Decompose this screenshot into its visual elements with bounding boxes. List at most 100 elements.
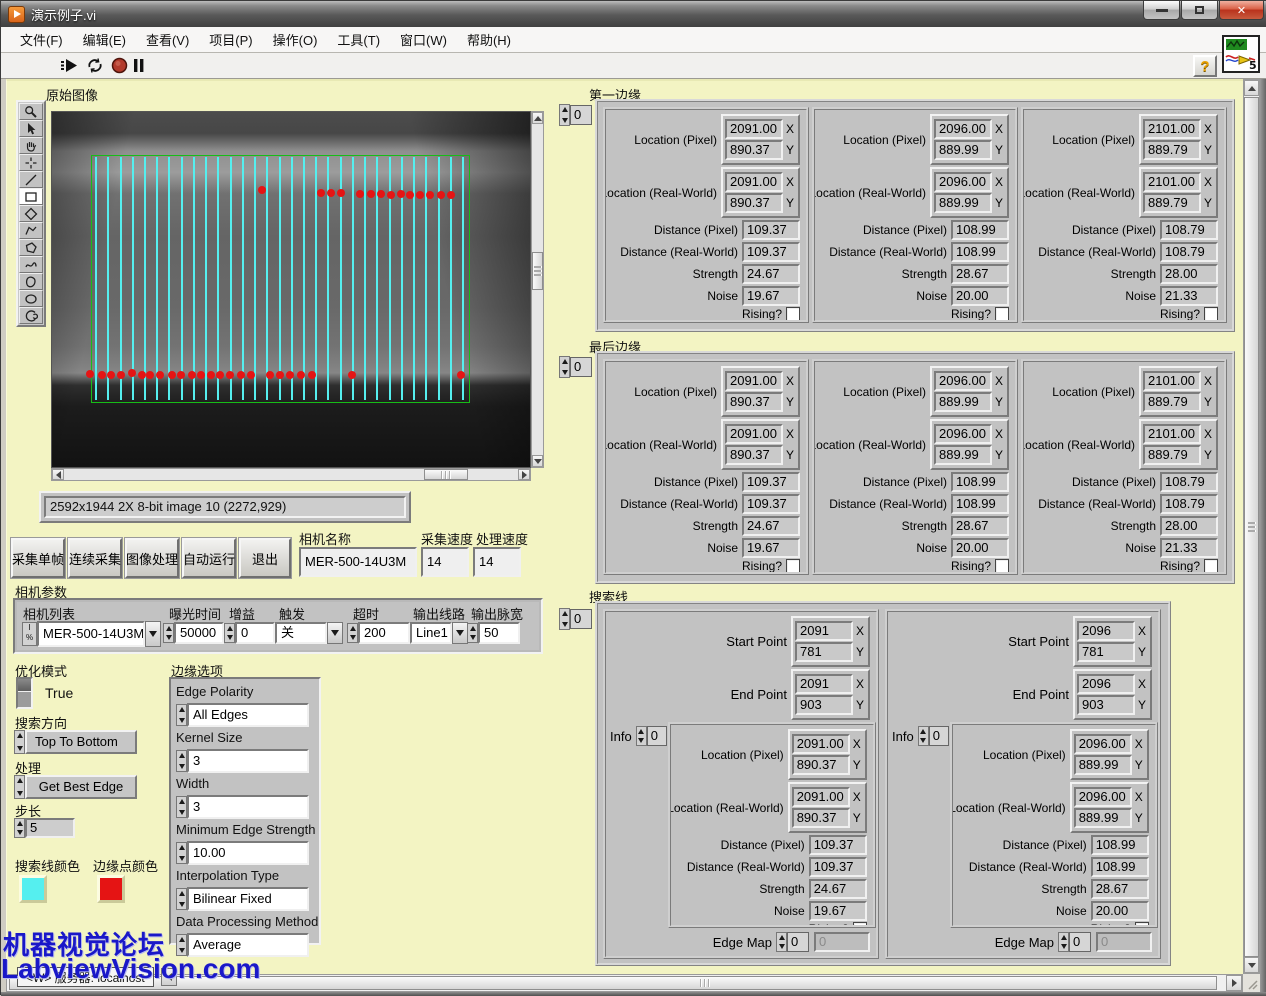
vi-icon[interactable]: 5	[1222, 35, 1260, 73]
rotated-rect-tool-icon[interactable]	[19, 205, 43, 222]
zoom-tool-icon[interactable]	[19, 103, 43, 120]
exposure-spinner[interactable]	[163, 623, 174, 643]
process-mode-spinner[interactable]	[14, 775, 25, 799]
info-spinner[interactable]	[636, 726, 647, 746]
last-edge-index-control[interactable]: 0	[559, 356, 592, 378]
oval-tool-icon[interactable]	[19, 290, 43, 307]
search-lines-index-control[interactable]: 0	[559, 608, 592, 630]
optimize-mode-switch[interactable]	[16, 677, 33, 709]
timeout-spinner[interactable]	[347, 623, 358, 643]
menu-view[interactable]: 查看(V)	[137, 27, 198, 52]
image-vscroll-thumb[interactable]	[532, 252, 543, 290]
min-edge-strength-spinner[interactable]	[176, 842, 187, 864]
image-display[interactable]	[51, 111, 531, 468]
info-control[interactable]: Info 0	[610, 726, 667, 746]
gain-value[interactable]: 0	[235, 622, 275, 644]
trigger-dropdown-icon[interactable]	[327, 622, 343, 644]
menu-tools[interactable]: 工具(T)	[328, 27, 389, 52]
close-button[interactable]: ✕	[1219, 1, 1264, 20]
image-scroll-down-icon[interactable]	[532, 455, 543, 467]
edge-polarity-control[interactable]: All Edges	[176, 703, 314, 727]
timeout-value[interactable]: 200	[358, 622, 410, 644]
output-line-dropdown-icon[interactable]	[452, 622, 468, 644]
image-process-button[interactable]: 图像处理	[125, 538, 179, 578]
timeout-control[interactable]: 200	[347, 622, 410, 644]
run-continuous-button[interactable]	[86, 57, 104, 79]
search-line-color-swatch[interactable]	[19, 875, 47, 903]
edge-map-spinner[interactable]	[1058, 932, 1069, 952]
gain-spinner[interactable]	[224, 623, 235, 643]
freehand-region-tool-icon[interactable]	[19, 273, 43, 290]
menu-window[interactable]: 窗口(W)	[391, 27, 456, 52]
minimize-button[interactable]	[1143, 1, 1180, 20]
step-spinner[interactable]	[14, 818, 25, 838]
run-button[interactable]	[61, 57, 79, 79]
grab-single-button[interactable]: 采集单帧	[11, 538, 65, 578]
last-edge-index-spinner[interactable]	[559, 356, 570, 378]
width-control[interactable]: 3	[176, 795, 314, 819]
window-vscrollbar[interactable]	[1243, 79, 1260, 974]
menu-operate[interactable]: 操作(O)	[264, 27, 327, 52]
width-value[interactable]: 3	[187, 795, 309, 819]
menu-project[interactable]: 项目(P)	[200, 27, 261, 52]
window-scroll-up-icon[interactable]	[1244, 80, 1259, 96]
search-direction-spinner[interactable]	[14, 730, 25, 754]
cursor-tool-icon[interactable]	[19, 120, 43, 137]
image-scroll-up-icon[interactable]	[532, 112, 543, 124]
menu-edit[interactable]: 编辑(E)	[74, 27, 135, 52]
edge-map-spinner[interactable]	[776, 932, 787, 952]
image-hscrollbar[interactable]	[51, 468, 531, 481]
output-line-control[interactable]: Line1	[410, 622, 468, 644]
abort-button[interactable]	[111, 57, 128, 79]
info-index-value[interactable]: 0	[929, 726, 949, 746]
kernel-size-spinner[interactable]	[176, 750, 187, 772]
output-line-value[interactable]: Line1	[410, 622, 452, 644]
window-scroll-down-icon[interactable]	[1244, 957, 1259, 973]
window-scroll-right-icon[interactable]	[1226, 975, 1242, 991]
menu-file[interactable]: 文件(F)	[11, 27, 72, 52]
help-button[interactable]: ?	[1193, 55, 1217, 77]
pulse-width-control[interactable]: 50	[467, 622, 520, 644]
process-mode-value[interactable]: Get Best Edge	[25, 775, 137, 799]
annulus-tool-icon[interactable]	[19, 307, 43, 324]
search-lines-index-spinner[interactable]	[559, 608, 570, 630]
camera-list-control[interactable]: I% MER-500-14U3M	[22, 621, 161, 647]
process-mode-control[interactable]: Get Best Edge	[14, 775, 137, 799]
trigger-value[interactable]: 关	[275, 622, 327, 644]
last-edge-index-value[interactable]: 0	[570, 357, 592, 377]
grab-continuous-button[interactable]: 连续采集	[68, 538, 122, 578]
pause-button[interactable]	[133, 58, 145, 78]
interpolation-type-value[interactable]: Bilinear Fixed	[187, 887, 309, 911]
line-tool-icon[interactable]	[19, 171, 43, 188]
freehand-line-tool-icon[interactable]	[19, 256, 43, 273]
step-value[interactable]: 5	[25, 818, 75, 838]
edge-dot-color-swatch[interactable]	[97, 875, 125, 903]
image-scroll-right-icon[interactable]	[518, 469, 530, 480]
info-spinner[interactable]	[918, 726, 929, 746]
point-tool-icon[interactable]	[19, 154, 43, 171]
exit-button[interactable]: 退出	[239, 538, 291, 578]
search-lines-index-value[interactable]: 0	[570, 609, 592, 629]
search-direction-control[interactable]: Top To Bottom	[14, 730, 137, 754]
search-direction-value[interactable]: Top To Bottom	[25, 730, 137, 754]
kernel-size-control[interactable]: 3	[176, 749, 314, 773]
polyline-tool-icon[interactable]	[19, 222, 43, 239]
restore-button[interactable]	[1181, 1, 1218, 20]
camera-list-dropdown-icon[interactable]	[145, 621, 161, 647]
first-edge-index-value[interactable]: 0	[570, 105, 592, 125]
kernel-size-value[interactable]: 3	[187, 749, 309, 773]
edge-map-index[interactable]: 0	[787, 932, 809, 952]
resize-grip[interactable]	[1243, 974, 1260, 992]
image-scroll-left-icon[interactable]	[52, 469, 64, 480]
step-control[interactable]: 5	[14, 818, 75, 838]
first-edge-index-control[interactable]: 0	[559, 104, 592, 126]
interpolation-type-control[interactable]: Bilinear Fixed	[176, 887, 314, 911]
min-edge-strength-value[interactable]: 10.00	[187, 841, 309, 865]
first-edge-index-spinner[interactable]	[559, 104, 570, 126]
info-control[interactable]: Info 0	[892, 726, 949, 746]
edge-polarity-value[interactable]: All Edges	[187, 703, 309, 727]
edge-map-index[interactable]: 0	[1069, 932, 1091, 952]
gain-control[interactable]: 0	[224, 622, 275, 644]
rectangle-tool-icon[interactable]	[19, 188, 43, 205]
image-hscroll-thumb[interactable]	[424, 469, 468, 480]
